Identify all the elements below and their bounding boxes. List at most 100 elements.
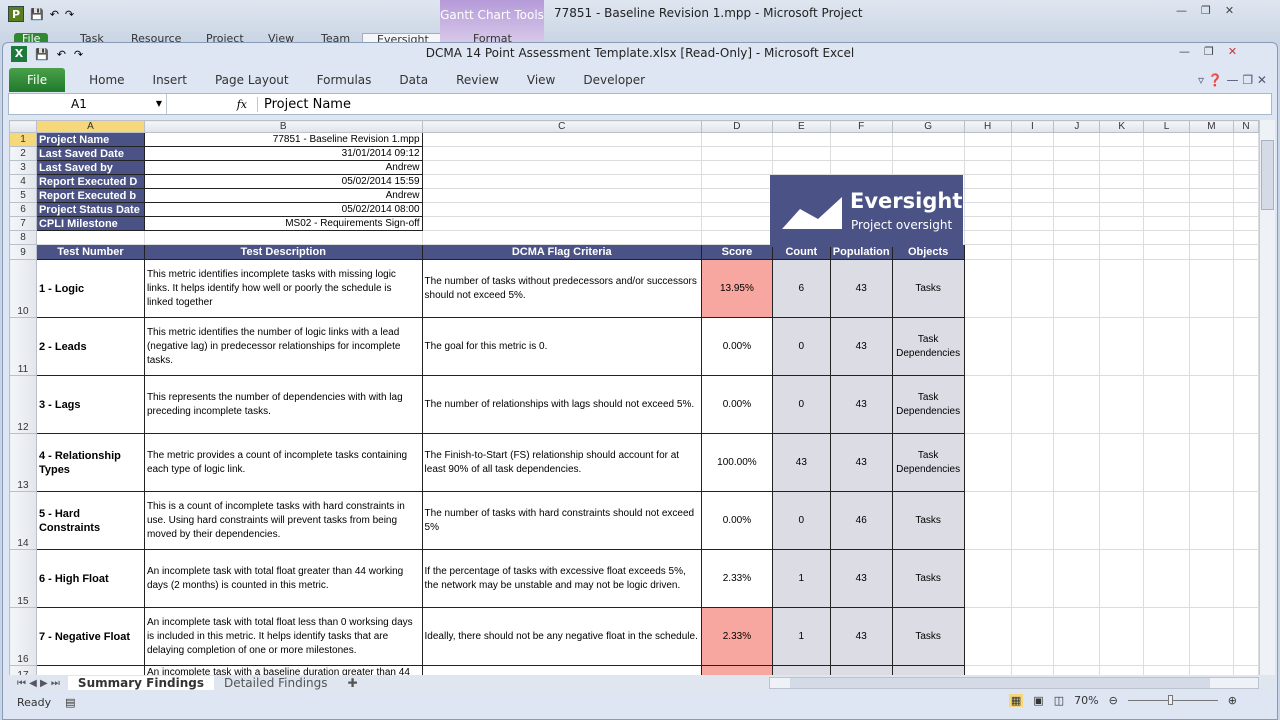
- info-value[interactable]: Andrew: [143, 160, 423, 175]
- cell[interactable]: [1143, 230, 1191, 245]
- cell[interactable]: [1232, 202, 1259, 217]
- cell[interactable]: [1010, 244, 1055, 260]
- cell[interactable]: [829, 132, 893, 147]
- cell[interactable]: [1053, 132, 1101, 147]
- cell[interactable]: [1189, 188, 1234, 203]
- cell[interactable]: [1010, 549, 1055, 608]
- test-description[interactable]: This metric identifies the number of log…: [143, 317, 423, 376]
- cell[interactable]: [963, 132, 1012, 147]
- vertical-scrollbar[interactable]: [1259, 120, 1275, 675]
- cell[interactable]: [1143, 146, 1191, 161]
- cell[interactable]: [1143, 259, 1191, 318]
- cell[interactable]: [1099, 259, 1145, 318]
- cell[interactable]: [1143, 317, 1191, 376]
- cell[interactable]: [963, 174, 1012, 189]
- cell[interactable]: [1010, 202, 1055, 217]
- cell[interactable]: [700, 132, 773, 147]
- cell[interactable]: [1143, 375, 1191, 434]
- cell[interactable]: [1189, 244, 1234, 260]
- cell[interactable]: [963, 433, 1012, 492]
- cell[interactable]: [700, 146, 773, 161]
- undo-icon[interactable]: ↶: [50, 8, 59, 21]
- row-header[interactable]: 16: [9, 607, 37, 666]
- cell[interactable]: [771, 132, 831, 147]
- row-header[interactable]: 7: [9, 216, 37, 231]
- cell[interactable]: [1143, 665, 1191, 675]
- formula-input[interactable]: Project Name: [257, 96, 351, 112]
- cell[interactable]: [1143, 549, 1191, 608]
- test-description[interactable]: An incomplete task with a baseline durat…: [143, 665, 423, 675]
- test-description[interactable]: This metric identifies incomplete tasks …: [143, 259, 423, 318]
- row-header[interactable]: 6: [9, 202, 37, 217]
- cell[interactable]: [1232, 259, 1259, 318]
- cell[interactable]: [1053, 202, 1101, 217]
- redo-icon[interactable]: ↷: [65, 8, 74, 21]
- row-header[interactable]: 9: [9, 244, 37, 260]
- flag-criteria[interactable]: The number of tasks without predecessors…: [421, 259, 702, 318]
- cell[interactable]: [829, 160, 893, 175]
- cell[interactable]: [1010, 230, 1055, 245]
- cell[interactable]: [1053, 146, 1101, 161]
- score[interactable]: 2.33%: [700, 549, 773, 608]
- test-number[interactable]: 2 - Leads: [35, 317, 145, 376]
- restore-button[interactable]: ❐: [1204, 45, 1214, 58]
- cell[interactable]: [1232, 549, 1259, 608]
- cell[interactable]: [1099, 188, 1145, 203]
- count[interactable]: 0: [771, 317, 831, 376]
- row-header[interactable]: 15: [9, 549, 37, 608]
- test-number[interactable]: 3 - Lags: [35, 375, 145, 434]
- flag-criteria[interactable]: The number of relationships with lags sh…: [421, 375, 702, 434]
- macro-record-icon[interactable]: ▤: [65, 696, 75, 709]
- info-value[interactable]: 05/02/2014 08:00: [143, 202, 423, 217]
- cell[interactable]: [771, 160, 831, 175]
- flag-criteria[interactable]: Ideally, there should not be any negativ…: [421, 607, 702, 666]
- select-all-corner[interactable]: [9, 120, 37, 133]
- cell[interactable]: [1232, 230, 1259, 245]
- cell[interactable]: [1099, 230, 1145, 245]
- info-value[interactable]: Andrew: [143, 188, 423, 203]
- page-break-view-icon[interactable]: ◫: [1054, 694, 1064, 707]
- tab-insert[interactable]: Insert: [139, 73, 201, 87]
- count[interactable]: 1: [771, 607, 831, 666]
- cell[interactable]: [1143, 188, 1191, 203]
- column-header-n[interactable]: N: [1232, 120, 1259, 133]
- tab-developer[interactable]: Developer: [569, 73, 659, 87]
- cell[interactable]: [1143, 202, 1191, 217]
- cell[interactable]: [1099, 665, 1145, 675]
- column-header-g[interactable]: G: [891, 120, 965, 133]
- objects[interactable]: Tasks: [891, 607, 965, 666]
- test-description[interactable]: This represents the number of dependenci…: [143, 375, 423, 434]
- info-label[interactable]: Last Saved Date: [35, 146, 145, 161]
- objects[interactable]: Tasks: [891, 491, 965, 550]
- cell[interactable]: [1053, 160, 1101, 175]
- column-header-e[interactable]: E: [771, 120, 831, 133]
- row-header[interactable]: 8: [9, 230, 37, 245]
- tab-review[interactable]: Review: [442, 73, 513, 87]
- cell[interactable]: [1053, 665, 1101, 675]
- cell[interactable]: [1099, 375, 1145, 434]
- count[interactable]: 6: [771, 259, 831, 318]
- info-label[interactable]: Last Saved by: [35, 160, 145, 175]
- cell[interactable]: [1099, 216, 1145, 231]
- scroll-thumb[interactable]: [1261, 140, 1274, 210]
- info-value[interactable]: 05/02/2014 15:59: [143, 174, 423, 189]
- cell[interactable]: [1010, 188, 1055, 203]
- cell[interactable]: [421, 132, 702, 147]
- population[interactable]: 46: [829, 491, 893, 550]
- cell[interactable]: [1189, 160, 1234, 175]
- info-value[interactable]: 77851 - Baseline Revision 1.mpp: [143, 132, 423, 147]
- score[interactable]: [700, 665, 773, 675]
- cell[interactable]: [1143, 132, 1191, 147]
- cell[interactable]: [1010, 665, 1055, 675]
- cell[interactable]: [1053, 174, 1101, 189]
- test-number[interactable]: 7 - Negative Float: [35, 607, 145, 666]
- page-layout-view-icon[interactable]: ▣: [1033, 694, 1043, 707]
- test-number[interactable]: 6 - High Float: [35, 549, 145, 608]
- cell[interactable]: [1143, 433, 1191, 492]
- cell[interactable]: [1053, 607, 1101, 666]
- score[interactable]: 0.00%: [700, 375, 773, 434]
- cell[interactable]: [1010, 174, 1055, 189]
- save-icon[interactable]: 💾: [30, 8, 44, 21]
- count[interactable]: [771, 665, 831, 675]
- cell[interactable]: [1099, 132, 1145, 147]
